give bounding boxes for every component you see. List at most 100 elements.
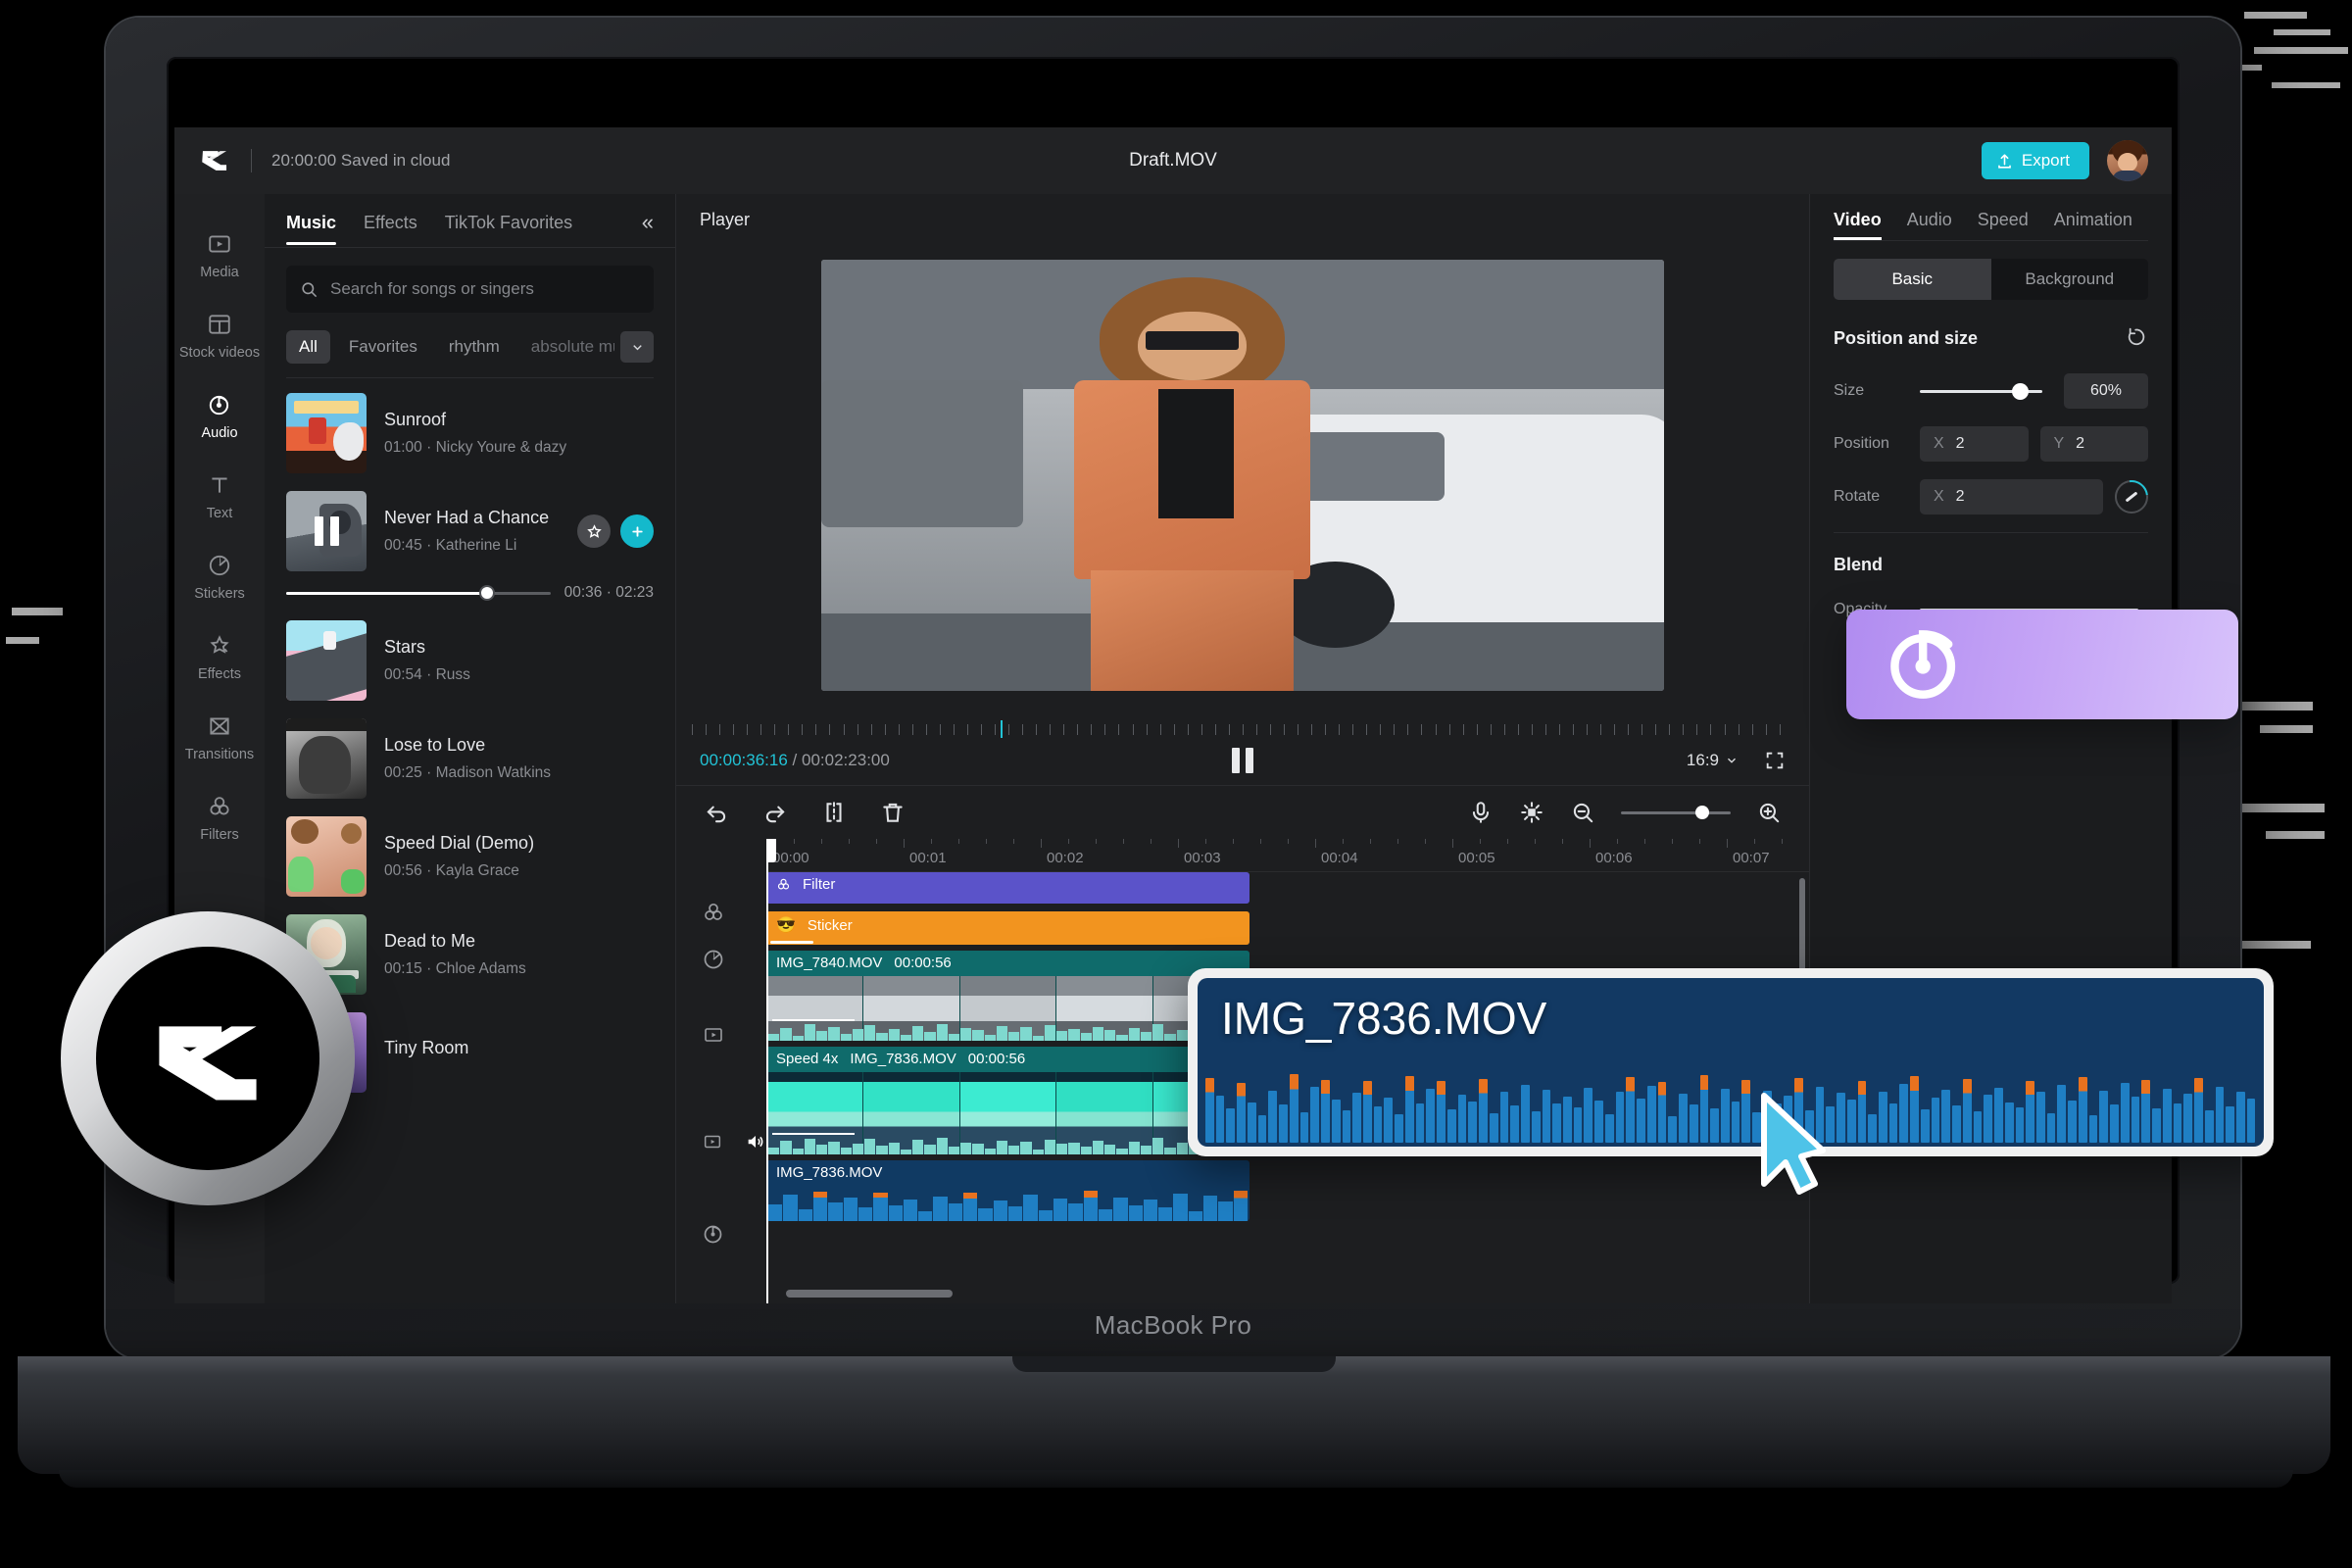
glitch-strip (2244, 12, 2307, 19)
saved-status: 20:00:00 Saved in cloud (271, 151, 451, 170)
clip-audio[interactable]: IMG_7836.MOV (766, 1160, 1250, 1221)
chip-absolute-music[interactable]: absolute mu (518, 330, 614, 364)
timeline-playhead[interactable] (766, 839, 776, 1303)
redo-icon[interactable] (762, 800, 788, 825)
timeline-zoom-slider[interactable] (1621, 806, 1731, 819)
laptop-foot (59, 1470, 2293, 1488)
progress-knob[interactable] (478, 585, 495, 601)
avatar[interactable] (2107, 140, 2148, 181)
rotate-x-value: 2 (1955, 488, 1965, 505)
export-button[interactable]: Export (1981, 142, 2089, 179)
track-rail-video-1[interactable] (676, 986, 766, 1084)
glitch-strip (2260, 725, 2313, 733)
list-item[interactable]: Speed Dial (Demo) 00:56 · Kayla Grace (265, 808, 675, 906)
stock-videos-icon (209, 315, 230, 334)
song-title: Speed Dial (Demo) (384, 833, 535, 853)
blend-divider (1834, 532, 2148, 533)
trash-icon[interactable] (880, 800, 906, 825)
aspect-ratio-select[interactable]: 16:9 (1687, 751, 1739, 770)
tab-animation[interactable]: Animation (2054, 210, 2132, 240)
track-rail-video-2[interactable] (676, 1084, 766, 1200)
rotate-x-field[interactable]: X 2 (1920, 479, 2103, 514)
ruler-tick-label: 00:07 (1733, 850, 1770, 866)
search-icon (302, 281, 318, 297)
ruler-tick-label: 00:03 (1184, 850, 1221, 866)
progress-track[interactable] (286, 585, 551, 601)
tab-speed[interactable]: Speed (1978, 210, 2029, 240)
reset-icon[interactable] (2127, 325, 2148, 352)
filters-icon (777, 878, 790, 890)
song-subtitle: 00:15 · Chloe Adams (384, 960, 526, 977)
list-item[interactable]: Never Had a Chance 00:45 · Katherine Li (265, 482, 675, 580)
video-preview[interactable] (821, 260, 1664, 691)
chips-more-button[interactable] (620, 331, 654, 363)
zoom-out-icon[interactable] (1570, 800, 1595, 825)
sidebar-item-text[interactable]: Text (174, 457, 265, 537)
capcut-logo-icon[interactable] (198, 144, 231, 177)
size-slider-knob[interactable] (2012, 382, 2029, 400)
sidebar-item-stickers[interactable]: Stickers (174, 537, 265, 617)
sidebar-item-transitions[interactable]: Transitions (174, 698, 265, 778)
pause-icon[interactable] (1232, 748, 1253, 773)
search-input[interactable] (330, 279, 640, 299)
rotate-knob-icon[interactable] (2108, 473, 2155, 520)
fullscreen-icon[interactable] (1764, 750, 1786, 771)
track-rail-filter[interactable] (676, 892, 766, 933)
timeline-ruler[interactable]: 00:00 00:01 00:02 00:03 00:04 00:05 00:0… (766, 839, 1809, 872)
clip-video-1[interactable]: IMG_7840.MOV 00:00:56 (766, 951, 1250, 1041)
collapse-panel-icon[interactable]: « (642, 210, 654, 247)
clip-duration: 00:00:56 (967, 1051, 1026, 1067)
sidebar-item-media[interactable]: Media (174, 216, 265, 296)
plus-icon[interactable] (620, 514, 654, 548)
laptop-base (18, 1356, 2330, 1474)
sparkle-icon[interactable] (1519, 800, 1544, 825)
clip-sticker[interactable]: 😎 Sticker (766, 911, 1250, 945)
chip-all[interactable]: All (286, 330, 330, 364)
topbar-right-group: Export (1981, 140, 2172, 181)
sidebar-item-stock-videos[interactable]: Stock videos (174, 296, 265, 376)
chip-rhythm[interactable]: rhythm (436, 330, 513, 364)
player-scrubber[interactable] (692, 720, 1793, 738)
zoom-in-icon[interactable] (1756, 800, 1782, 825)
speaker-icon[interactable] (745, 1130, 766, 1153)
list-item[interactable]: Lose to Love 00:25 · Madison Watkins (265, 710, 675, 808)
total-time: 00:02:23:00 (802, 751, 890, 769)
sidebar-item-filters[interactable]: Filters (174, 778, 265, 858)
scrubber-playhead[interactable] (1000, 720, 1003, 738)
timeline-horizontal-scrollbar[interactable] (786, 1290, 953, 1298)
sidebar-item-effects[interactable]: Effects (174, 617, 265, 698)
segment-background[interactable]: Background (1991, 259, 2149, 300)
clip-name: IMG_7836.MOV (776, 1164, 883, 1181)
clip-header: IMG_7836.MOV (766, 1160, 1250, 1185)
microphone-icon[interactable] (1468, 800, 1494, 825)
chip-favorites[interactable]: Favorites (336, 330, 430, 364)
clip-filter[interactable]: Filter (766, 872, 1250, 904)
list-item[interactable]: Stars 00:54 · Russ (265, 612, 675, 710)
star-icon[interactable] (577, 514, 611, 548)
tab-tiktok-favorites[interactable]: TikTok Favorites (445, 213, 572, 245)
filters-icon (705, 903, 722, 920)
ruler-tick-label: 00:06 (1595, 850, 1633, 866)
track-rail-sticker[interactable] (676, 933, 766, 986)
list-item[interactable]: Sunroof 01:00 · Nicky Youre & dazy (265, 384, 675, 482)
clip-video-2[interactable]: Speed 4x IMG_7836.MOV 00:00:56 (766, 1047, 1250, 1154)
split-icon[interactable] (821, 800, 847, 825)
tab-audio[interactable]: Audio (1907, 210, 1952, 240)
zoom-knob[interactable] (1694, 806, 1709, 819)
tab-effects[interactable]: Effects (364, 213, 417, 245)
undo-icon[interactable] (704, 800, 729, 825)
now-playing-progress[interactable]: 00:36 · 02:23 (265, 580, 675, 612)
position-y-field[interactable]: Y 2 (2039, 426, 2148, 462)
timeline-track-rail (676, 839, 766, 1303)
audio-note-icon (704, 1225, 722, 1244)
track-rail-audio[interactable] (676, 1200, 766, 1268)
tab-music[interactable]: Music (286, 213, 337, 245)
search-box[interactable] (286, 266, 654, 313)
tab-video[interactable]: Video (1834, 210, 1882, 240)
playhead-handle[interactable] (766, 839, 776, 862)
position-x-field[interactable]: X 2 (1920, 426, 2029, 462)
sidebar-item-audio[interactable]: Audio (174, 376, 265, 457)
size-value[interactable]: 60% (2064, 373, 2148, 409)
segment-basic[interactable]: Basic (1834, 259, 1991, 300)
size-slider[interactable] (1920, 382, 2042, 400)
